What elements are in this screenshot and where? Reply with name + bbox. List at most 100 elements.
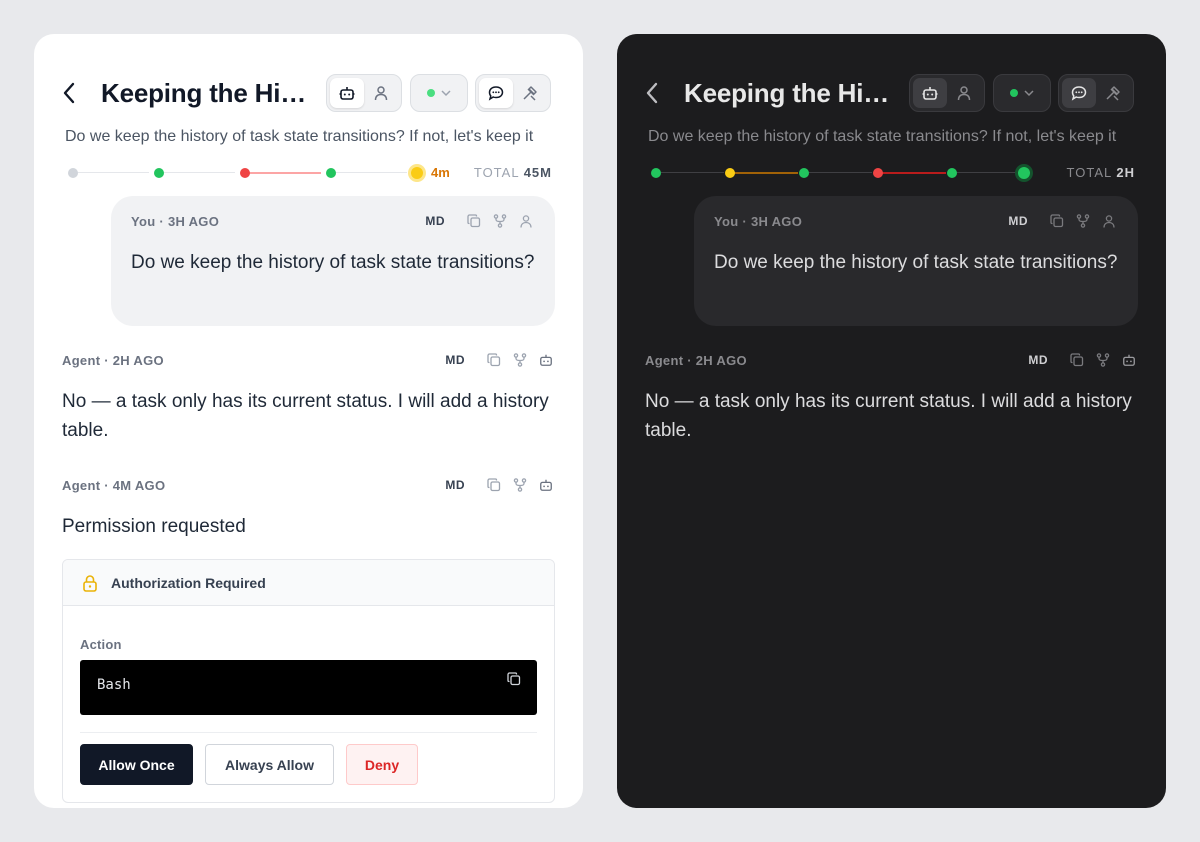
role-toggle xyxy=(909,74,985,112)
total-value: 2H xyxy=(1116,165,1135,180)
message-meta: Agent · 2H AGO MD xyxy=(62,351,555,369)
authorization-header: Authorization Required xyxy=(63,560,554,606)
user-mode-button[interactable] xyxy=(364,78,398,108)
chat-view-button[interactable] xyxy=(1062,78,1096,108)
timeline-node[interactable] xyxy=(154,168,164,178)
message-text: No — a task only has its current status.… xyxy=(62,391,549,441)
agent-mode-button[interactable] xyxy=(330,78,364,108)
timeline-node-active[interactable] xyxy=(1015,164,1033,182)
copy-button[interactable] xyxy=(485,351,503,369)
robot-icon xyxy=(339,87,355,100)
chat-view-button[interactable] xyxy=(479,78,513,108)
copy-button[interactable] xyxy=(1068,351,1086,369)
tools-view-button[interactable] xyxy=(513,78,547,108)
header: Keeping the History of Task State Transi… xyxy=(645,74,1135,112)
timeline-node[interactable] xyxy=(725,168,735,178)
deny-button[interactable]: Deny xyxy=(346,744,418,785)
robot-icon xyxy=(922,87,938,100)
markdown-toggle[interactable]: MD xyxy=(1028,353,1048,367)
timeline-node[interactable] xyxy=(651,168,661,178)
robot-icon xyxy=(540,479,552,491)
copy-icon xyxy=(487,353,501,367)
message-meta: You · 3H AGO MD xyxy=(714,212,1118,230)
copy-button[interactable] xyxy=(465,212,483,230)
view-toggle xyxy=(475,74,551,112)
copy-icon xyxy=(507,672,521,686)
timeline-segment xyxy=(878,172,946,174)
user-button[interactable] xyxy=(1100,212,1118,230)
message-author: Agent · 2H AGO xyxy=(62,352,164,368)
copy-command-button[interactable] xyxy=(507,672,525,690)
light-panel: Keeping the History of Task State Transi… xyxy=(34,34,583,808)
timeline: 4m TOTAL 45M xyxy=(68,162,552,184)
timeline-segment xyxy=(656,172,724,173)
agent-button[interactable] xyxy=(537,351,555,369)
status-dropdown[interactable] xyxy=(410,74,468,112)
authorization-actions: Allow Once Always Allow Deny xyxy=(80,744,537,785)
message-meta: You · 3H AGO MD xyxy=(131,212,535,230)
timeline-segment xyxy=(159,172,235,173)
back-button[interactable] xyxy=(62,74,90,112)
message-author: You · 3H AGO xyxy=(714,213,803,229)
branch-button[interactable] xyxy=(511,476,529,494)
markdown-toggle[interactable]: MD xyxy=(1008,214,1028,228)
agent-button[interactable] xyxy=(1120,351,1138,369)
status-dropdown[interactable] xyxy=(993,74,1051,112)
branch-button[interactable] xyxy=(511,351,529,369)
markdown-toggle[interactable]: MD xyxy=(445,478,465,492)
markdown-toggle[interactable]: MD xyxy=(425,214,445,228)
timeline-node[interactable] xyxy=(873,168,883,178)
chevron-down-icon xyxy=(441,89,451,96)
chevron-left-icon xyxy=(63,82,75,104)
copy-icon xyxy=(487,478,501,492)
copy-button[interactable] xyxy=(485,476,503,494)
tools-icon xyxy=(523,86,537,101)
timeline-total: TOTAL 45M xyxy=(474,165,552,180)
timeline-node[interactable] xyxy=(947,168,957,178)
user-button[interactable] xyxy=(517,212,535,230)
allow-once-button[interactable]: Allow Once xyxy=(80,744,193,785)
robot-icon xyxy=(1123,354,1135,366)
branch-button[interactable] xyxy=(491,212,509,230)
command-text: Bash xyxy=(97,677,131,693)
message-text: Do we keep the history of task state tra… xyxy=(131,252,535,273)
timeline-active-label: 4m xyxy=(431,165,450,180)
markdown-toggle[interactable]: MD xyxy=(445,353,465,367)
user-icon xyxy=(374,86,388,101)
timeline-segment xyxy=(331,172,407,173)
divider xyxy=(80,732,537,733)
timeline-node[interactable] xyxy=(326,168,336,178)
command-block: Bash xyxy=(80,660,537,715)
timeline-node[interactable] xyxy=(240,168,250,178)
copy-icon xyxy=(1070,353,1084,367)
chat-icon xyxy=(488,86,504,101)
timeline-segment xyxy=(245,172,321,174)
branch-button[interactable] xyxy=(1074,212,1092,230)
message-author: Agent · 2H AGO xyxy=(645,352,747,368)
user-message: You · 3H AGO MD Do we keep the history o… xyxy=(694,196,1138,326)
chevron-down-icon xyxy=(1024,89,1034,96)
branch-icon xyxy=(1096,353,1110,367)
role-toggle xyxy=(326,74,402,112)
timeline-node[interactable] xyxy=(68,168,78,178)
message-text: Permission requested xyxy=(62,516,246,537)
tools-view-button[interactable] xyxy=(1096,78,1130,108)
user-mode-button[interactable] xyxy=(947,78,981,108)
page-title: Keeping the History of Task State Transi… xyxy=(101,77,313,108)
branch-button[interactable] xyxy=(1094,351,1112,369)
timeline-node-active[interactable] xyxy=(408,164,426,182)
timeline-node[interactable] xyxy=(799,168,809,178)
message-text: Do we keep the history of task state tra… xyxy=(714,252,1118,273)
agent-message: Agent · 4M AGO MD Permission requested xyxy=(62,478,555,541)
agent-mode-button[interactable] xyxy=(913,78,947,108)
message-author: You · 3H AGO xyxy=(131,213,220,229)
back-button[interactable] xyxy=(645,74,673,112)
user-icon xyxy=(520,215,532,228)
tools-icon xyxy=(1106,86,1120,101)
status-indicator xyxy=(1010,89,1018,97)
header: Keeping the History of Task State Transi… xyxy=(62,74,552,112)
always-allow-button[interactable]: Always Allow xyxy=(205,744,334,785)
agent-button[interactable] xyxy=(537,476,555,494)
copy-button[interactable] xyxy=(1048,212,1066,230)
total-value: 45M xyxy=(523,165,552,180)
